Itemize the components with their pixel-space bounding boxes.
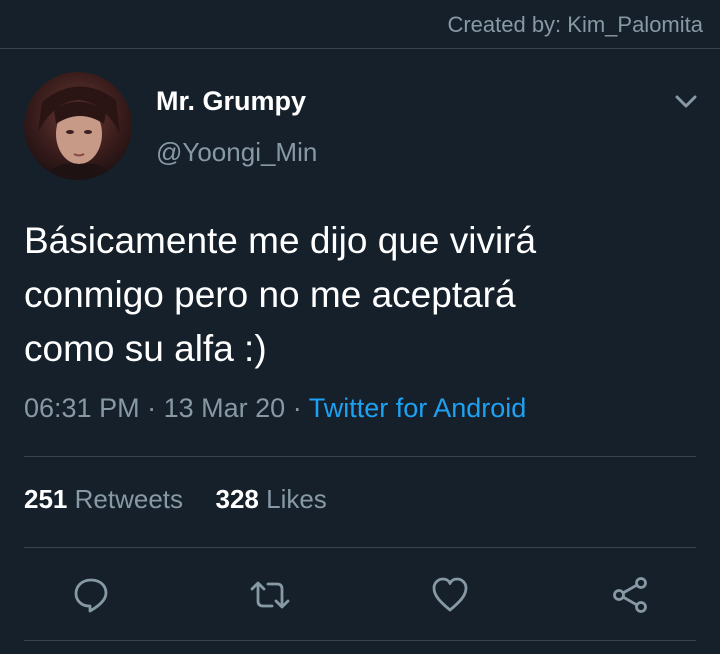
tweet-date[interactable]: 13 Mar 20 bbox=[164, 393, 286, 423]
watermark-bar: Created by: Kim_Palomita bbox=[0, 0, 720, 49]
tweet-time[interactable]: 06:31 PM bbox=[24, 393, 140, 423]
tweet-source-link[interactable]: Twitter for Android bbox=[309, 393, 527, 423]
meta-separator: · bbox=[147, 393, 157, 423]
tweet-text: Básicamente me dijo que vivirá conmigo p… bbox=[24, 214, 684, 376]
divider bbox=[24, 640, 696, 641]
meta-separator: · bbox=[292, 393, 302, 423]
retweet-icon[interactable] bbox=[248, 573, 292, 617]
retweets-label: Retweets bbox=[74, 484, 184, 514]
action-bar bbox=[0, 565, 720, 625]
reply-icon[interactable] bbox=[69, 573, 113, 617]
tweet-text-line: conmigo pero no me aceptará bbox=[24, 274, 516, 315]
avatar-image bbox=[24, 72, 132, 180]
avatar[interactable] bbox=[24, 72, 132, 180]
divider bbox=[24, 547, 696, 548]
heart-icon[interactable] bbox=[428, 573, 472, 617]
likes-label: Likes bbox=[266, 484, 327, 514]
chevron-down-icon[interactable] bbox=[672, 90, 700, 114]
tweet-text-line: como su alfa :) bbox=[24, 328, 267, 369]
retweets-count: 251 bbox=[24, 484, 68, 514]
tweet-text-line: Básicamente me dijo que vivirá bbox=[24, 220, 537, 261]
author-handle[interactable]: @Yoongi_Min bbox=[156, 137, 317, 168]
author-display-name[interactable]: Mr. Grumpy bbox=[156, 86, 306, 117]
tweet-stats: 251 Retweets 328 Likes bbox=[24, 484, 327, 515]
tweet-meta: 06:31 PM · 13 Mar 20 · Twitter for Andro… bbox=[24, 393, 526, 424]
retweets-stat[interactable]: 251 Retweets bbox=[24, 484, 190, 514]
watermark-text: Created by: Kim_Palomita bbox=[447, 12, 703, 37]
share-icon[interactable] bbox=[608, 573, 652, 617]
tweet-screen: Created by: Kim_Palomita Mr. Grumpy @Yoo… bbox=[0, 0, 720, 654]
divider bbox=[24, 456, 696, 457]
likes-count: 328 bbox=[215, 484, 259, 514]
likes-stat[interactable]: 328 Likes bbox=[215, 484, 326, 514]
